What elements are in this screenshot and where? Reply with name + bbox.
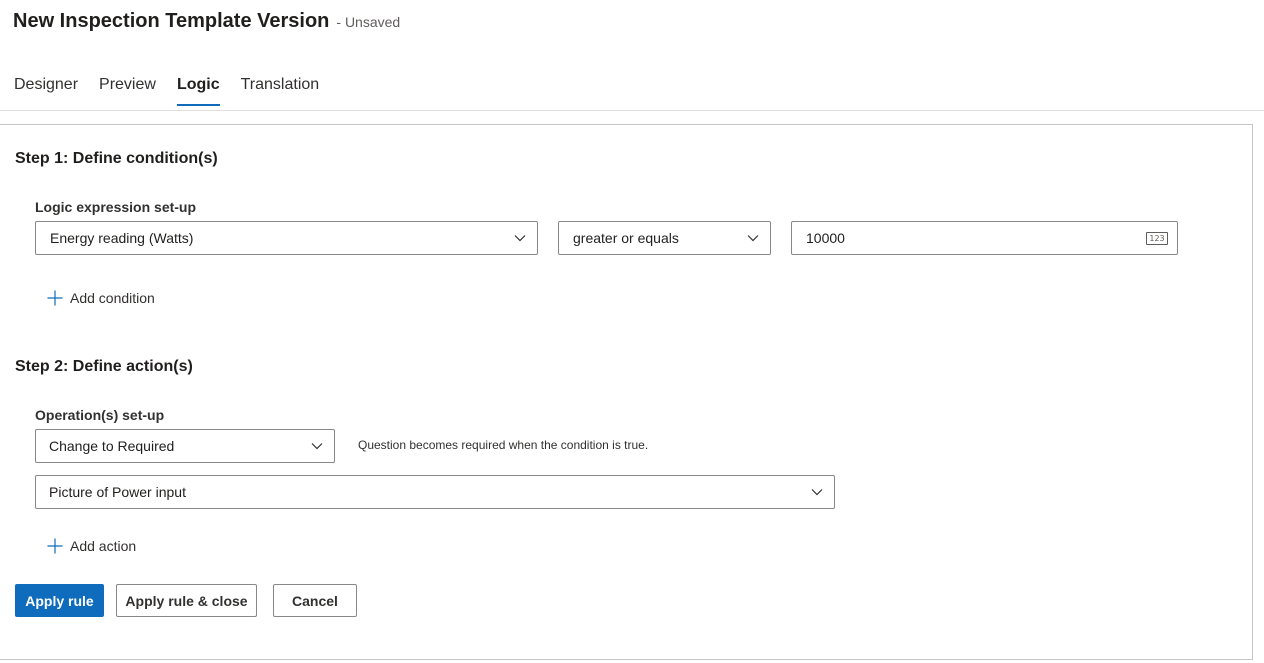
question-dropdown[interactable]: Energy reading (Watts) bbox=[35, 221, 538, 255]
apply-rule-button[interactable]: Apply rule bbox=[15, 584, 104, 617]
page-header: New Inspection Template Version - Unsave… bbox=[13, 10, 400, 33]
plus-icon bbox=[47, 538, 63, 554]
target-question-value: Picture of Power input bbox=[49, 484, 186, 500]
plus-icon bbox=[47, 290, 63, 306]
logic-expression-label: Logic expression set-up bbox=[35, 199, 197, 215]
tab-logic[interactable]: Logic bbox=[176, 76, 220, 106]
tab-divider bbox=[0, 110, 1264, 111]
condition-value-text: 10000 bbox=[806, 230, 845, 246]
cancel-button[interactable]: Cancel bbox=[273, 584, 357, 617]
operation-helper-text: Question becomes required when the condi… bbox=[358, 438, 649, 452]
save-status: - Unsaved bbox=[336, 14, 401, 30]
tab-translation[interactable]: Translation bbox=[241, 76, 320, 106]
question-dropdown-value: Energy reading (Watts) bbox=[50, 230, 194, 246]
add-condition-label: Add condition bbox=[70, 290, 155, 306]
step1-heading: Step 1: Define condition(s) bbox=[15, 150, 218, 167]
chevron-down-icon bbox=[503, 234, 537, 242]
operation-dropdown[interactable]: Change to Required bbox=[35, 429, 335, 463]
step2-heading: Step 2: Define action(s) bbox=[15, 358, 193, 375]
operator-dropdown-value: greater or equals bbox=[573, 230, 679, 246]
operator-dropdown[interactable]: greater or equals bbox=[558, 221, 771, 255]
tab-preview[interactable]: Preview bbox=[99, 76, 156, 106]
chevron-down-icon bbox=[300, 442, 334, 450]
operation-dropdown-value: Change to Required bbox=[49, 438, 175, 454]
page-title: New Inspection Template Version bbox=[13, 10, 330, 32]
condition-value-input[interactable]: 10000 123 bbox=[791, 221, 1178, 255]
add-action-button[interactable]: Add action bbox=[47, 538, 136, 554]
add-action-label: Add action bbox=[70, 538, 137, 554]
add-condition-button[interactable]: Add condition bbox=[47, 290, 155, 306]
chevron-down-icon bbox=[800, 488, 834, 496]
operations-label: Operation(s) set-up bbox=[35, 407, 165, 423]
target-question-dropdown[interactable]: Picture of Power input bbox=[35, 475, 835, 509]
tab-bar: Designer Preview Logic Translation bbox=[14, 76, 340, 106]
number-icon: 123 bbox=[1146, 231, 1168, 245]
chevron-down-icon bbox=[736, 234, 770, 242]
tab-designer[interactable]: Designer bbox=[14, 76, 78, 106]
apply-rule-close-button[interactable]: Apply rule & close bbox=[116, 584, 257, 617]
